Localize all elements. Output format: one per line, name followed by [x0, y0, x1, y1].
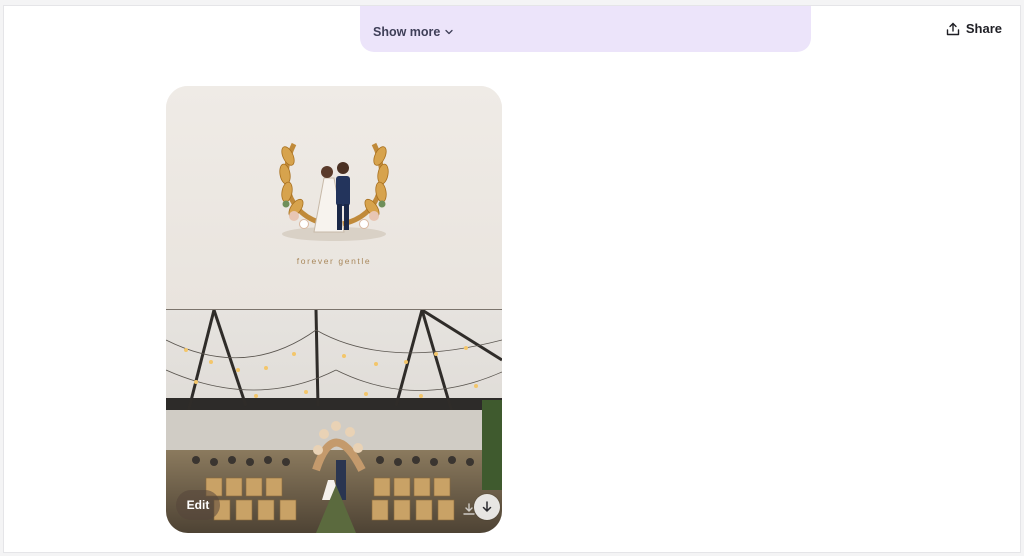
- image-card[interactable]: forever gentle Edit: [166, 86, 502, 533]
- edit-button[interactable]: Edit: [176, 490, 220, 520]
- prompt-banner: Show more: [360, 6, 811, 52]
- share-button[interactable]: Share: [946, 21, 1002, 36]
- pin-caption: forever gentle: [296, 256, 372, 266]
- share-icon: [946, 22, 960, 35]
- show-more-button[interactable]: Show more: [373, 25, 454, 39]
- share-label: Share: [965, 21, 1002, 36]
- edit-label: Edit: [186, 498, 210, 512]
- show-more-label: Show more: [373, 25, 441, 39]
- chevron-down-icon: [445, 29, 454, 35]
- download-button[interactable]: [474, 494, 500, 520]
- wedding-pin-illustration: [279, 142, 389, 241]
- download-icon: [482, 501, 492, 512]
- pin-image: forever gentle: [166, 86, 502, 309]
- app-frame: Show more Share forever gentle Edit: [3, 5, 1021, 553]
